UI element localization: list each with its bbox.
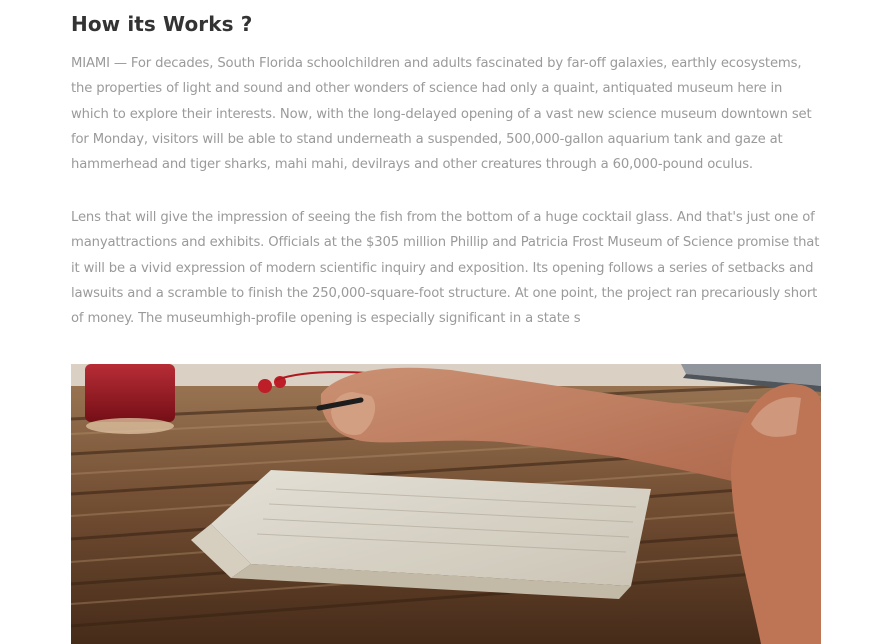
feature-photo: [71, 364, 821, 644]
paragraph-1: MIAMI — For decades, South Florida schoo…: [71, 56, 812, 173]
how-it-works-section: How its Works ? MIAMI — For decades, Sou…: [71, 8, 823, 326]
paragraph-2: Lens that will give the impression of se…: [71, 210, 820, 327]
section-heading: How its Works ?: [71, 12, 253, 36]
page: How its Works ? MIAMI — For decades, Sou…: [0, 0, 881, 644]
